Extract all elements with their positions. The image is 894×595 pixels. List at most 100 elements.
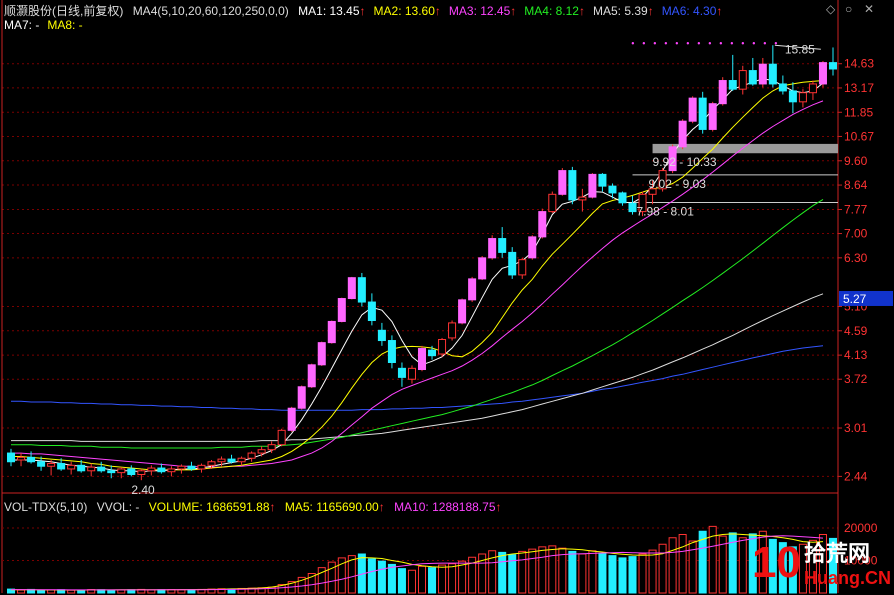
volume-bar[interactable] [598, 552, 607, 594]
volume-bar[interactable] [458, 560, 467, 594]
candle[interactable] [758, 57, 767, 88]
volume-bar[interactable] [438, 564, 447, 594]
candle[interactable] [518, 257, 527, 279]
volume-bar[interactable] [428, 567, 437, 594]
volume-bar[interactable] [518, 550, 527, 594]
candle[interactable] [738, 65, 747, 95]
close-icon[interactable]: ✕ [864, 2, 874, 16]
candle[interactable] [277, 428, 286, 447]
candle[interactable] [768, 45, 777, 88]
candle[interactable] [588, 173, 597, 199]
volume-bar[interactable] [738, 537, 747, 594]
candle[interactable] [287, 406, 296, 432]
volume-bar[interactable] [37, 589, 46, 594]
volume-bar[interactable] [448, 563, 457, 594]
candle[interactable] [227, 454, 236, 464]
candle[interactable] [548, 191, 557, 214]
candle[interactable] [748, 57, 757, 86]
candle[interactable] [407, 365, 416, 384]
candle[interactable] [257, 446, 266, 457]
candle[interactable] [357, 272, 366, 307]
candle[interactable] [247, 451, 256, 462]
volume-bar[interactable] [648, 549, 657, 594]
candlesticks[interactable] [7, 45, 837, 481]
candle[interactable] [458, 298, 467, 325]
volume-bar[interactable] [618, 557, 627, 594]
volume-bar[interactable] [548, 545, 557, 594]
candle[interactable] [498, 227, 507, 258]
volume-bar[interactable] [377, 560, 386, 594]
candle[interactable] [167, 466, 176, 477]
candle[interactable] [17, 453, 26, 467]
volume-bar[interactable] [658, 543, 667, 594]
candle[interactable] [137, 468, 146, 481]
candle[interactable] [558, 168, 567, 196]
candle[interactable] [397, 362, 406, 387]
volume-bar[interactable] [588, 550, 597, 594]
volume-bar[interactable] [407, 569, 416, 594]
candle[interactable] [708, 101, 717, 132]
diamond-icon[interactable]: ◇ [826, 2, 835, 16]
volume-bar[interactable] [678, 534, 687, 594]
volume-bar[interactable] [397, 568, 406, 594]
volume-bar[interactable] [117, 589, 126, 594]
candle[interactable] [728, 54, 737, 91]
candle[interactable] [828, 47, 837, 76]
candle[interactable] [7, 448, 16, 467]
volume-bar[interactable] [568, 550, 577, 594]
circle-icon[interactable]: ○ [845, 2, 852, 16]
candle[interactable] [788, 82, 797, 114]
candle[interactable] [317, 341, 326, 366]
volume-bar[interactable] [688, 540, 697, 594]
candle[interactable] [808, 80, 817, 100]
candle[interactable] [448, 320, 457, 341]
candle[interactable] [127, 465, 136, 477]
volume-bar[interactable] [608, 555, 617, 594]
volume-bar[interactable] [628, 556, 637, 594]
candle[interactable] [377, 322, 386, 346]
candle[interactable] [187, 461, 196, 471]
candle[interactable] [598, 173, 607, 192]
candle[interactable] [67, 461, 76, 475]
candle[interactable] [508, 247, 517, 279]
candle[interactable] [367, 293, 376, 326]
candle[interactable] [818, 61, 827, 88]
candle[interactable] [147, 465, 156, 476]
candle[interactable] [387, 335, 396, 369]
candle[interactable] [528, 235, 537, 260]
candle[interactable] [337, 297, 346, 323]
candle[interactable] [568, 166, 577, 205]
volume-bar[interactable] [17, 589, 26, 594]
candle[interactable] [538, 208, 547, 239]
volume-bar[interactable] [367, 558, 376, 594]
volume-bar[interactable] [528, 548, 537, 594]
candle[interactable] [628, 195, 637, 215]
candle[interactable] [578, 188, 587, 212]
candle[interactable] [698, 91, 707, 134]
candle[interactable] [417, 345, 427, 372]
candle[interactable] [438, 337, 447, 357]
volume-bar[interactable] [67, 589, 76, 594]
volume-bar[interactable] [107, 589, 116, 594]
volume-bar[interactable] [578, 553, 587, 594]
candle[interactable] [307, 363, 316, 389]
candle[interactable] [177, 464, 186, 474]
candle[interactable] [27, 451, 36, 464]
candle[interactable] [347, 276, 356, 300]
candle[interactable] [97, 461, 106, 473]
candle[interactable] [297, 385, 306, 410]
candle[interactable] [237, 456, 246, 466]
candle[interactable] [678, 119, 687, 150]
candle[interactable] [468, 276, 477, 303]
volume-bar[interactable] [538, 546, 547, 594]
candle[interactable] [718, 77, 727, 106]
candle[interactable] [478, 256, 487, 281]
volume-bar[interactable] [417, 565, 427, 594]
candle[interactable] [87, 463, 96, 477]
volume-bar[interactable] [668, 537, 677, 594]
volume-bar[interactable] [638, 553, 647, 594]
candle[interactable] [488, 235, 497, 260]
candle[interactable] [688, 96, 697, 124]
candle[interactable] [778, 75, 787, 95]
volume-bar[interactable] [498, 551, 507, 594]
